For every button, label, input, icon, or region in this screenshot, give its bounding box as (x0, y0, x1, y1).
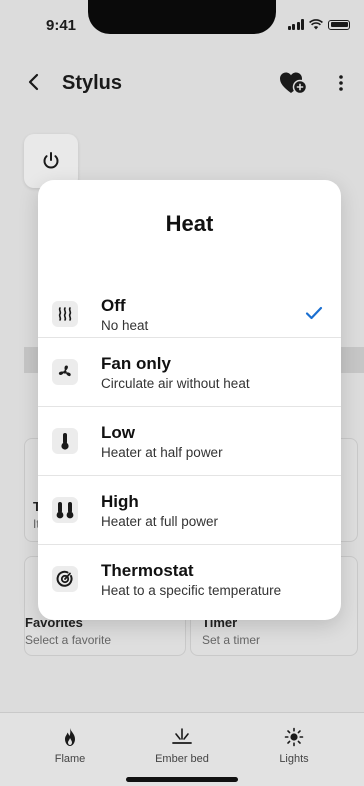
checkmark-icon (305, 306, 323, 320)
status-bar: 9:41 (0, 0, 364, 44)
status-time: 9:41 (46, 17, 77, 34)
favorite-add-icon[interactable] (278, 70, 308, 96)
heat-modal: Heat Off No heat Fan only Circulate air … (38, 180, 341, 620)
more-options-icon[interactable] (336, 72, 346, 94)
option-thermostat-title: Thermostat (101, 561, 194, 580)
home-indicator (126, 777, 238, 782)
thermostat-icon (52, 566, 78, 592)
option-off-title: Off (101, 296, 126, 315)
option-fan-only[interactable]: Fan only Circulate air without heat (38, 337, 341, 405)
nav-bar: Stylus (0, 62, 364, 106)
battery-icon (328, 19, 350, 30)
tab-lights-label: Lights (279, 753, 309, 765)
option-fan-only-subtitle: Circulate air without heat (101, 376, 250, 391)
thermometer-low-icon (52, 428, 78, 454)
timer-subtitle: Set a timer (202, 633, 261, 647)
sun-icon (284, 727, 304, 747)
option-fan-only-title: Fan only (101, 354, 171, 373)
power-icon (43, 152, 59, 169)
page-title: Stylus (62, 72, 123, 94)
tab-ember-bed[interactable]: Ember bed (132, 727, 232, 765)
option-high-subtitle: Heater at full power (101, 514, 219, 529)
option-high[interactable]: High Heater at full power (38, 475, 341, 543)
flame-icon (65, 728, 75, 746)
option-thermostat-subtitle: Heat to a specific temperature (101, 583, 282, 598)
tab-flame-label: Flame (54, 753, 86, 765)
option-low-title: Low (101, 423, 135, 442)
ember-bed-icon (172, 728, 192, 744)
option-thermostat[interactable]: Thermostat Heat to a specific temperatur… (38, 544, 341, 612)
modal-title: Heat (165, 211, 214, 236)
status-icons (287, 19, 350, 30)
phone-screen: 9:41 Stylus T It Favorites Select a favo… (0, 0, 364, 786)
tab-ember-bed-label: Ember bed (155, 753, 209, 765)
cellular-signal-icon (287, 19, 304, 30)
favorites-subtitle: Select a favorite (25, 633, 112, 647)
heat-waves-icon (52, 301, 78, 327)
fan-icon (52, 359, 78, 385)
bottom-tab-bar: Flame Ember bed Lights (0, 712, 364, 786)
option-low[interactable]: Low Heater at half power (38, 406, 341, 474)
option-off-subtitle: No heat (101, 318, 149, 333)
back-chevron-icon[interactable] (26, 70, 42, 94)
tab-flame[interactable]: Flame (20, 727, 120, 765)
tab-lights[interactable]: Lights (244, 727, 344, 765)
wifi-icon (309, 19, 323, 30)
option-low-subtitle: Heater at half power (101, 445, 223, 460)
option-high-title: High (101, 492, 139, 511)
notch (88, 0, 276, 34)
thermometer-high-icon (52, 497, 78, 523)
